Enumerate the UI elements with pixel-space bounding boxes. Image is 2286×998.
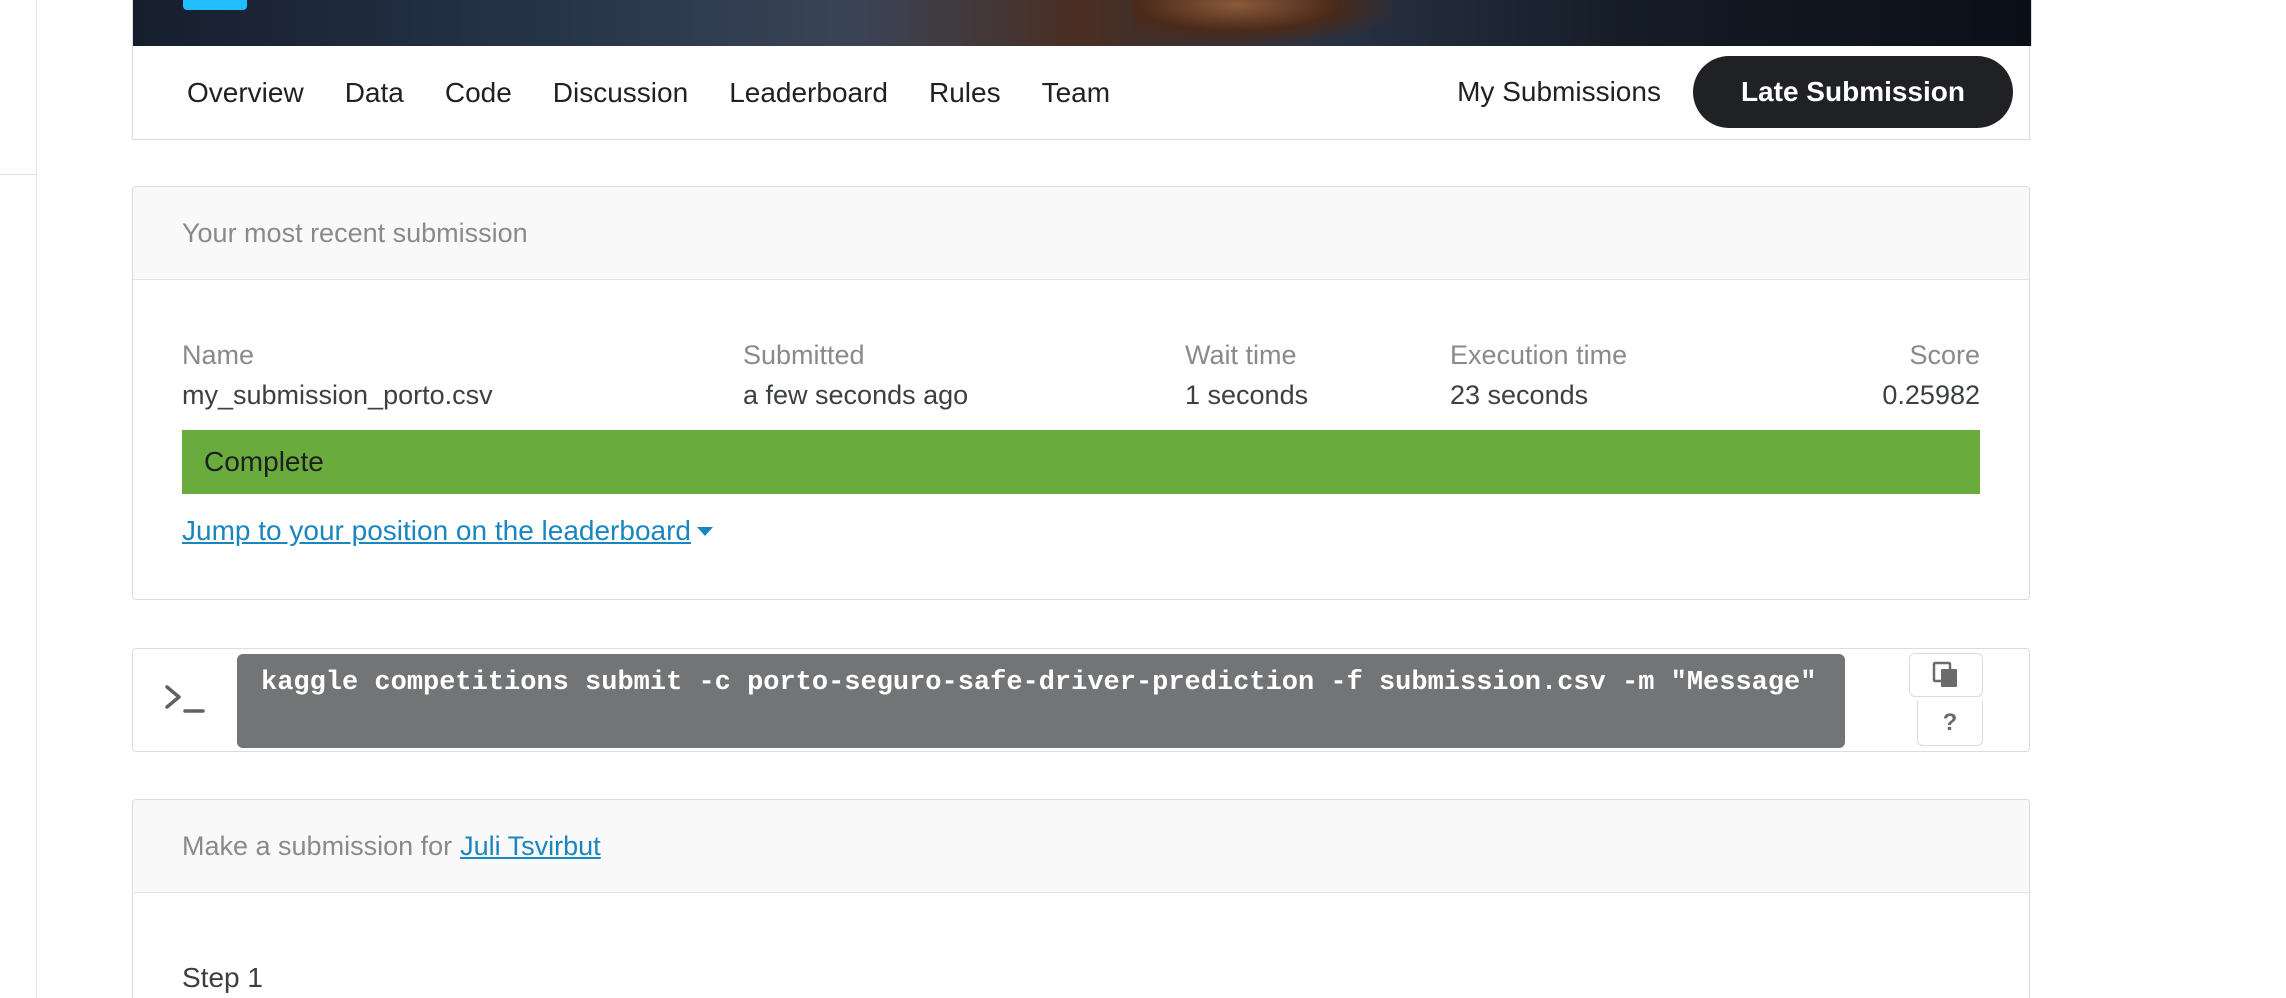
tab-overview[interactable]: Overview	[187, 77, 304, 109]
left-sidebar-rail	[0, 0, 37, 998]
tab-discussion[interactable]: Discussion	[553, 77, 688, 109]
banner-badge	[183, 0, 247, 10]
caret-down-icon	[697, 526, 713, 536]
nav-actions: My Submissions Late Submission	[1457, 56, 2013, 128]
name-label: Name	[182, 340, 255, 370]
competition-banner-image	[132, 0, 2032, 46]
team-name-link[interactable]: Juli Tsvirbut	[460, 831, 601, 862]
terminal-prompt-icon	[165, 685, 205, 713]
execution-time-value: 23 seconds	[1450, 380, 1589, 410]
left-rail-divider	[0, 174, 36, 175]
copy-command-button[interactable]	[1909, 653, 1983, 697]
submitted-label: Submitted	[743, 340, 865, 370]
competition-tab-nav: Overview Data Code Discussion Leaderboar…	[132, 46, 2030, 140]
execution-time-label: Execution time	[1450, 340, 1628, 370]
make-submission-card: Make a submission for Juli Tsvirbut Step…	[132, 799, 2030, 998]
recent-submission-card: Your most recent submission Name my_subm…	[132, 186, 2030, 600]
score-label: Score	[1909, 340, 1980, 370]
step-1-heading: Step 1	[182, 962, 263, 993]
tab-rules[interactable]: Rules	[929, 77, 1001, 109]
jump-to-leaderboard-link[interactable]: Jump to your position on the leaderboard	[182, 515, 713, 547]
recent-submission-header: Your most recent submission	[133, 187, 2029, 280]
wait-time-label: Wait time	[1185, 340, 1297, 370]
tab-code[interactable]: Code	[445, 77, 512, 109]
api-command-card: kaggle competitions submit -c porto-segu…	[132, 648, 2030, 752]
name-value: my_submission_porto.csv	[182, 380, 493, 410]
execution-time-column: Execution time 23 seconds	[1450, 335, 1627, 415]
tab-data[interactable]: Data	[345, 77, 404, 109]
banner-figure	[1133, 0, 1393, 46]
submitted-value: a few seconds ago	[743, 380, 969, 410]
make-submission-header: Make a submission for Juli Tsvirbut	[133, 800, 2029, 893]
wait-time-value: 1 seconds	[1185, 380, 1309, 410]
tab-leaderboard[interactable]: Leaderboard	[729, 77, 888, 109]
score-value: 0.25982	[1882, 380, 1980, 410]
my-submissions-link[interactable]: My Submissions	[1457, 76, 1661, 108]
name-column: Name my_submission_porto.csv	[182, 335, 493, 415]
help-button[interactable]: ?	[1917, 701, 1983, 746]
cli-command-text[interactable]: kaggle competitions submit -c porto-segu…	[237, 654, 1845, 748]
copy-icon	[1932, 661, 1957, 687]
status-complete-bar: Complete	[182, 430, 1980, 494]
submitted-column: Submitted a few seconds ago	[743, 335, 968, 415]
tab-team[interactable]: Team	[1042, 77, 1110, 109]
tab-list: Overview Data Code Discussion Leaderboar…	[187, 46, 1151, 139]
page: Overview Data Code Discussion Leaderboar…	[0, 0, 2286, 998]
late-submission-button[interactable]: Late Submission	[1692, 56, 2013, 128]
wait-time-column: Wait time 1 seconds	[1185, 335, 1308, 415]
score-column: Score 0.25982	[1882, 335, 1980, 415]
status-text: Complete	[204, 446, 324, 477]
make-submission-prefix: Make a submission for	[182, 830, 453, 861]
submission-details: Name my_submission_porto.csv Submitted a…	[182, 335, 1980, 415]
jump-link-text: Jump to your position on the leaderboard	[182, 515, 691, 546]
